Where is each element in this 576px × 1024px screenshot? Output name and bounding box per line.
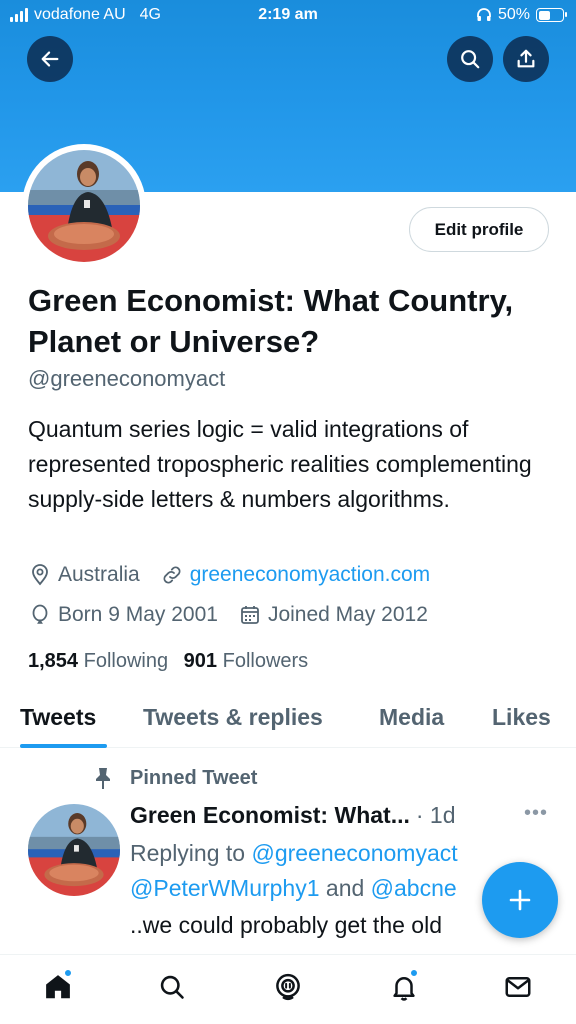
tweet-text: ..we could probably get the old (130, 912, 442, 938)
carrier-label: vodafone AU (34, 6, 126, 23)
profile-avatar[interactable] (22, 144, 146, 268)
replying-prefix: Replying to (130, 840, 252, 866)
nav-messages[interactable] (500, 969, 536, 1005)
search-icon (461, 50, 480, 69)
tab-likes[interactable]: Likes (492, 704, 551, 731)
and-text: and (319, 875, 371, 901)
nav-home[interactable] (40, 969, 76, 1005)
tweet-header: Green Economist: What... · 1d (130, 802, 456, 829)
profile-handle: @greeneconomyact (28, 366, 226, 391)
messages-icon (505, 977, 531, 997)
network-label: 4G (139, 6, 161, 23)
tab-tweets-replies[interactable]: Tweets & replies (143, 704, 323, 731)
status-left: vodafone AU 4G (10, 6, 161, 24)
tweet-time: · 1d (415, 802, 456, 828)
following-count: 1,854 (28, 650, 79, 672)
profile-meta-row-2: Born 9 May 2001 Joined May 2012 (28, 603, 428, 627)
profile-location: Australia (58, 563, 140, 586)
bottom-navigation (0, 954, 576, 1024)
tweet-author[interactable]: Green Economist: What... (130, 802, 410, 829)
battery-percent: 50% (497, 6, 530, 23)
profile-bio: Quantum series logic = valid integration… (28, 416, 532, 512)
mention-link[interactable]: @PeterWMurphy1 (130, 875, 320, 901)
pinned-tweet-label: Pinned Tweet (92, 766, 257, 790)
profile-born: Born 9 May 2001 (58, 603, 218, 626)
nav-notifications[interactable] (386, 969, 422, 1005)
battery-icon (536, 8, 567, 22)
profile-name: Green Economist: What Country, Planet or… (28, 283, 514, 359)
followers-count: 901 (183, 650, 218, 672)
pin-icon (92, 766, 130, 790)
back-button[interactable] (27, 36, 73, 82)
signal-icon (10, 8, 28, 22)
mention-link[interactable]: @greeneconomyact (251, 840, 457, 866)
status-right: 50% (476, 6, 567, 24)
home-badge-dot (64, 969, 72, 977)
calendar-icon (238, 603, 262, 627)
more-options-icon[interactable]: ••• (524, 802, 548, 825)
following-link[interactable]: 1,854 Following (28, 650, 174, 672)
balloon-icon (28, 603, 52, 627)
link-icon (160, 563, 184, 587)
nav-spaces[interactable] (270, 969, 306, 1005)
following-label: Following (83, 650, 169, 672)
headphones-icon (477, 8, 491, 21)
location-icon (28, 563, 52, 587)
follow-stats: 1,854 Following 901 Followers (28, 650, 308, 673)
followers-link[interactable]: 901 Followers (184, 650, 309, 672)
tab-media[interactable]: Media (379, 704, 444, 731)
status-bar: vodafone AU 4G 2:19 am 50% (0, 0, 576, 32)
tweet-avatar[interactable] (28, 804, 120, 896)
compose-tweet-button[interactable] (482, 862, 558, 938)
edit-profile-button[interactable]: Edit profile (409, 207, 549, 252)
search-icon (160, 975, 184, 999)
mention-link[interactable]: @abcne (371, 875, 457, 901)
nav-search[interactable] (154, 969, 190, 1005)
profile-meta-row-1: Australia greeneconomyaction.com (28, 563, 430, 587)
share-icon (517, 49, 535, 68)
notifications-badge-dot (410, 969, 418, 977)
plus-icon (509, 889, 531, 911)
search-button[interactable] (447, 36, 493, 82)
arrow-left-icon (41, 51, 59, 67)
followers-label: Followers (222, 650, 309, 672)
profile-joined: Joined May 2012 (267, 603, 428, 626)
profile-tabs: Tweets Tweets & replies Media Likes (0, 690, 576, 748)
active-tab-indicator (20, 744, 107, 748)
profile-website-link[interactable]: greeneconomyaction.com (190, 563, 430, 587)
avatar-image (28, 150, 140, 262)
spaces-icon (276, 973, 300, 1001)
pinned-label-text: Pinned Tweet (130, 766, 258, 789)
share-button[interactable] (503, 36, 549, 82)
tab-tweets[interactable]: Tweets (20, 704, 96, 731)
